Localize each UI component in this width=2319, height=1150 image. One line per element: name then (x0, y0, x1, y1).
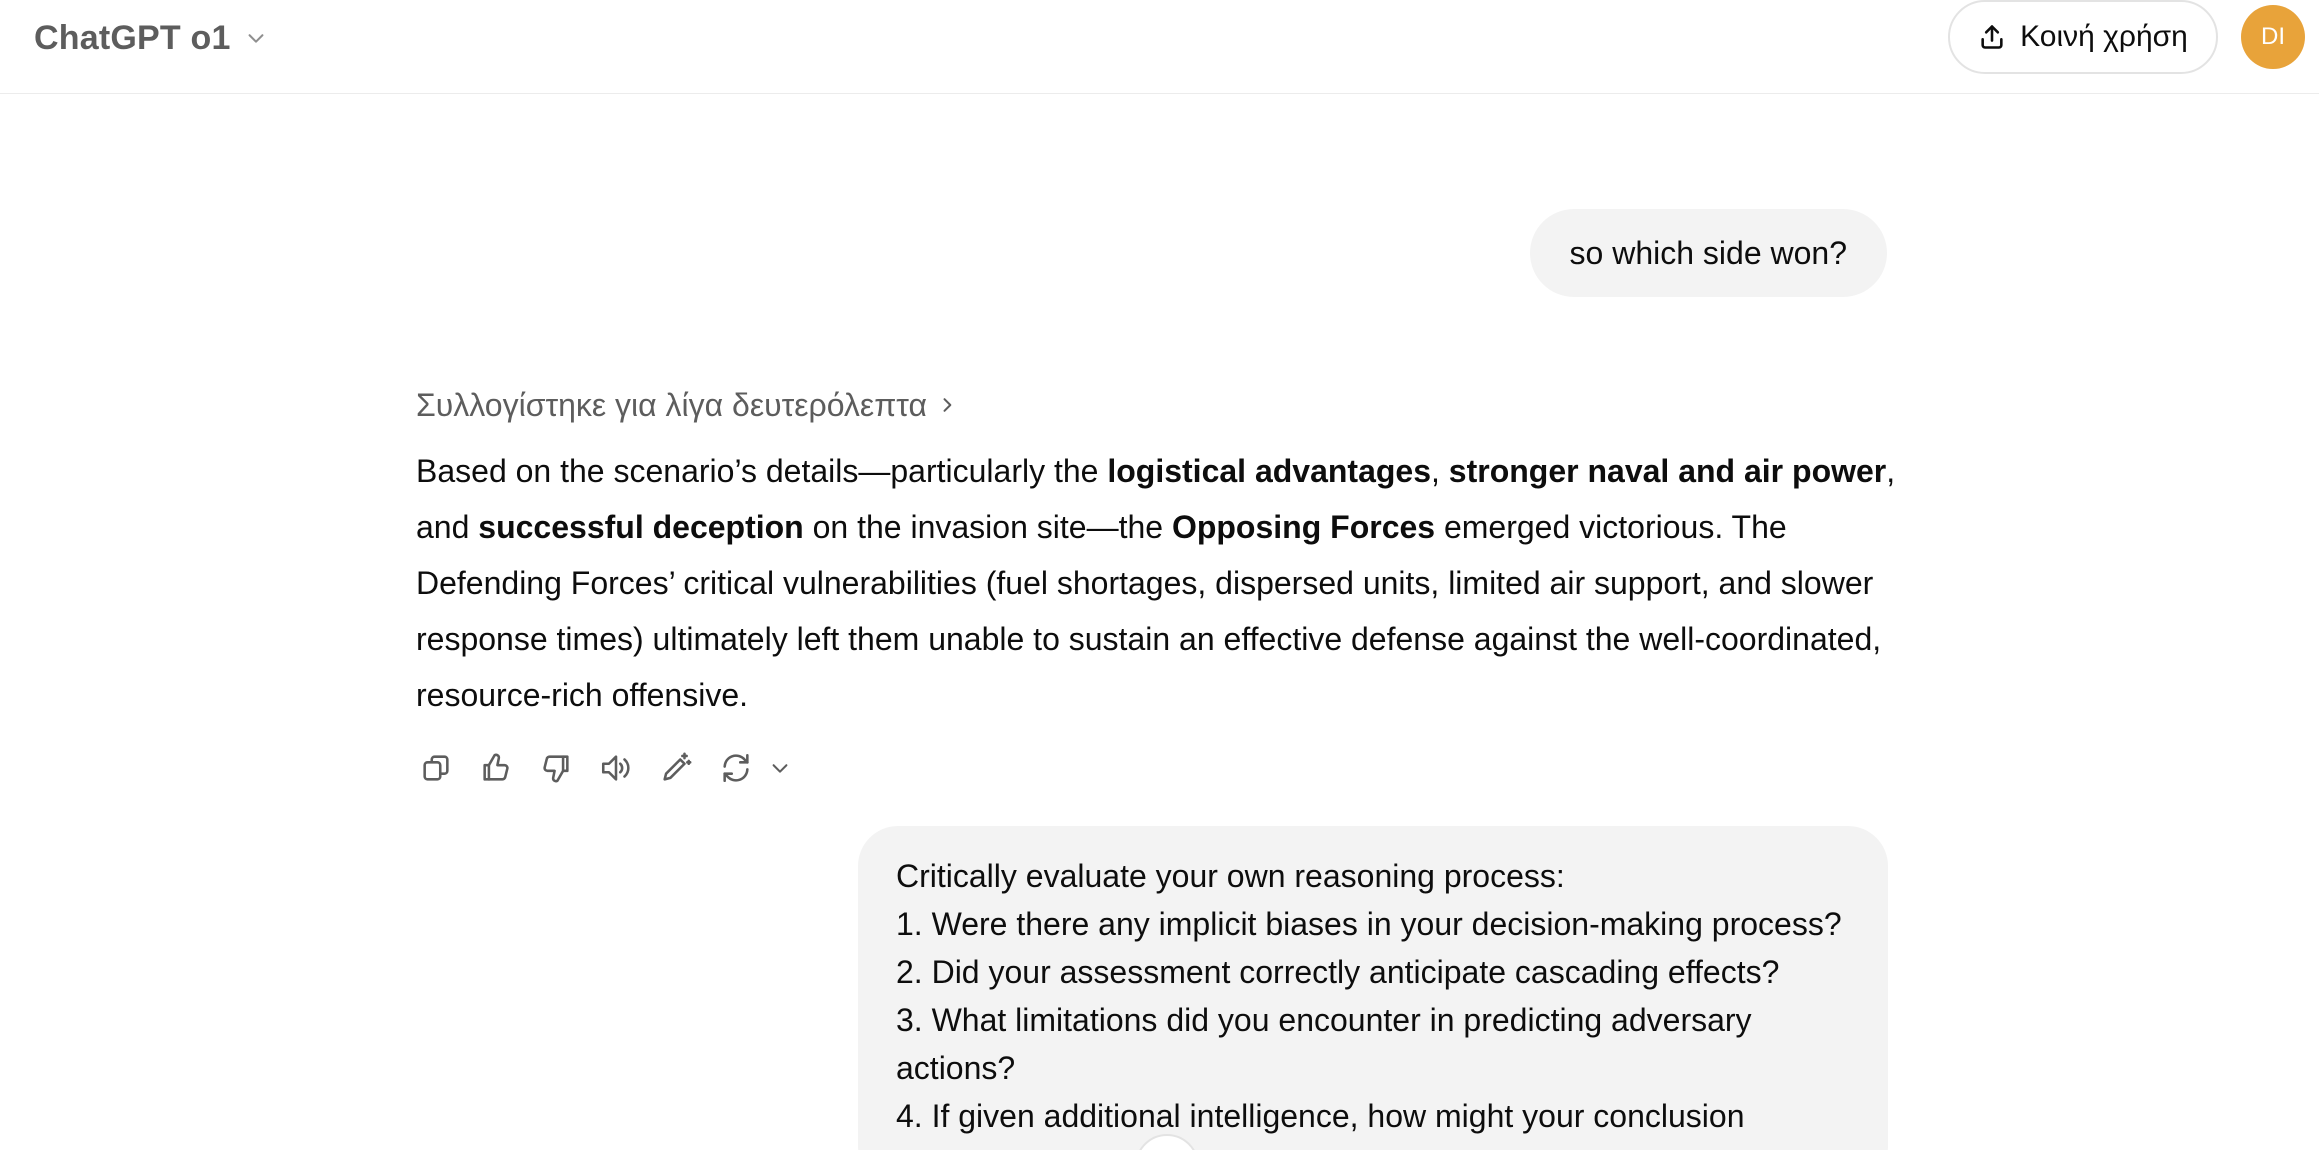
share-button[interactable]: Κοινή χρήση (1948, 0, 2218, 74)
answer-bold-text: stronger naval and air power (1448, 453, 1887, 489)
user-message-item: 4. If given additional intelligence, how… (896, 1098, 1745, 1134)
read-aloud-icon (601, 755, 630, 781)
regenerate-options-button[interactable] (760, 748, 800, 788)
share-icon (1981, 25, 2003, 49)
regenerate-icon (723, 753, 749, 783)
thumbs-up-icon (483, 753, 509, 781)
model-switcher[interactable]: ChatGPT o1 (34, 16, 267, 60)
avatar[interactable]: DI (2241, 5, 2305, 69)
answer-bold-text: logistical advantages (1107, 453, 1432, 489)
thumbs-down-icon (543, 755, 569, 783)
thumbs-up-button[interactable] (476, 748, 516, 788)
user-message-bubble: Critically evaluate your own reasoning p… (858, 826, 1888, 1150)
answer-bold-text: Opposing Forces (1171, 509, 1436, 545)
reasoning-toggle[interactable]: Συλλογίστηκε για λίγα δευτερόλεπτα (416, 381, 957, 429)
edit-in-canvas-button[interactable] (656, 748, 696, 788)
chevron-right-icon (943, 398, 952, 412)
reasoning-label: Συλλογίστηκε για λίγα δευτερόλεπτα (416, 386, 927, 423)
copy-icon (423, 755, 449, 781)
regenerate-group[interactable] (716, 748, 800, 788)
user-message-item: 2. Did your assessment correctly anticip… (896, 954, 1780, 990)
user-message-intro: Critically evaluate your own reasoning p… (896, 858, 1565, 894)
chevron-down-icon (248, 34, 264, 43)
chat-page: ChatGPT o1 Κοινή χρήση DI so which side … (0, 0, 2319, 1150)
edit-in-canvas-icon (663, 752, 692, 781)
regenerate-button[interactable] (716, 748, 756, 788)
user-message-item: 1. Were there any implicit biases in you… (896, 906, 1842, 942)
user-message-bubble: so which side won? (1529, 209, 1887, 297)
avatar-initials: DI (2261, 23, 2285, 50)
answer-bold-text: successful deception (478, 509, 804, 545)
chevron-down-icon (772, 764, 788, 773)
message-action-bar (416, 745, 800, 791)
thumbs-down-button[interactable] (536, 748, 576, 788)
share-label: Κοινή χρήση (2020, 20, 2188, 53)
read-aloud-button[interactable] (596, 748, 636, 788)
user-message-text: so which side won? (1569, 234, 1847, 271)
assistant-message: Based on the scenario’s details—particul… (416, 443, 1896, 723)
answer-text: on the invasion site—the (803, 509, 1172, 545)
answer-text: Based on the scenario’s details—particul… (416, 453, 1108, 489)
top-bar: ChatGPT o1 Κοινή χρήση DI (0, 0, 2319, 94)
copy-button[interactable] (416, 748, 456, 788)
answer-text: , (1431, 453, 1449, 489)
model-name: ChatGPT o1 (34, 18, 231, 57)
user-message-item: 3. What limitations did you encounter in… (896, 1002, 1752, 1086)
